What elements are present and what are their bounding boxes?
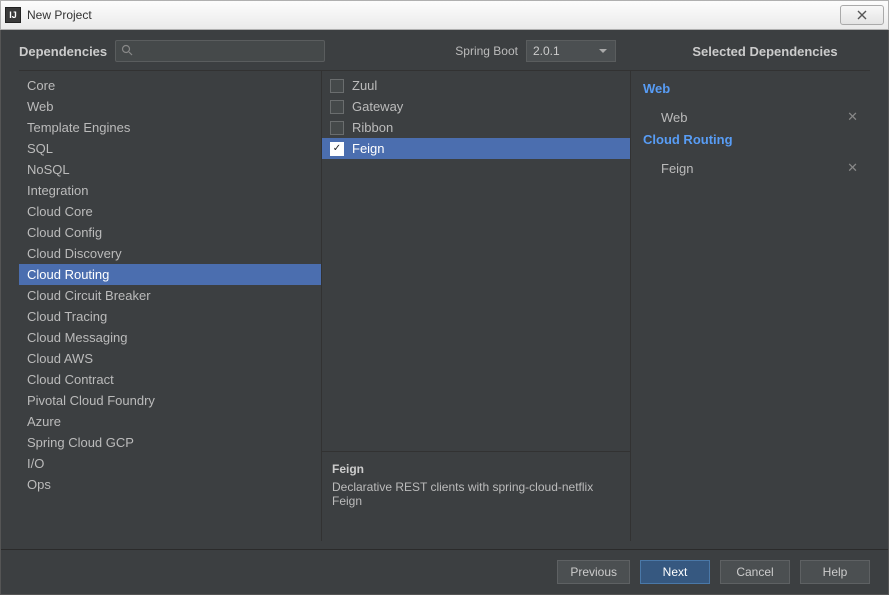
help-button[interactable]: Help: [800, 560, 870, 584]
checkbox[interactable]: ✓: [330, 142, 344, 156]
category-item[interactable]: Core: [19, 75, 321, 96]
dialog-body: Dependencies Spring Boot 2.0.1 Selected …: [0, 30, 889, 595]
category-item[interactable]: Pivotal Cloud Foundry: [19, 390, 321, 411]
selected-item[interactable]: Feign ✕: [643, 157, 870, 179]
dependency-item[interactable]: Zuul: [322, 75, 630, 96]
category-item[interactable]: Azure: [19, 411, 321, 432]
selected-dependencies-header: Selected Dependencies: [660, 44, 870, 59]
app-icon: IJ: [5, 7, 21, 23]
topbar: Dependencies Spring Boot 2.0.1 Selected …: [1, 30, 888, 70]
dependencies-header: Dependencies: [19, 44, 107, 59]
selected-group-header: Web: [643, 77, 870, 100]
category-item[interactable]: Template Engines: [19, 117, 321, 138]
dependency-item[interactable]: ✓ Feign: [322, 138, 630, 159]
description-title: Feign: [332, 462, 620, 476]
category-item[interactable]: SQL: [19, 138, 321, 159]
previous-button[interactable]: Previous: [557, 560, 630, 584]
category-item[interactable]: Cloud Messaging: [19, 327, 321, 348]
category-item[interactable]: Integration: [19, 180, 321, 201]
category-item[interactable]: NoSQL: [19, 159, 321, 180]
window-close-button[interactable]: [840, 5, 884, 25]
dependency-list: Zuul Gateway Ribbon ✓ Feign: [322, 71, 630, 451]
category-item[interactable]: Cloud Config: [19, 222, 321, 243]
springboot-select[interactable]: 2.0.1: [526, 40, 616, 62]
category-item[interactable]: Ops: [19, 474, 321, 495]
dependency-pane: Zuul Gateway Ribbon ✓ Feign Feign Declarativ…: [321, 70, 631, 541]
checkbox[interactable]: [330, 79, 344, 93]
cancel-button[interactable]: Cancel: [720, 560, 790, 584]
search-wrap: [115, 40, 325, 62]
dependency-label: Gateway: [352, 99, 403, 114]
close-icon: [856, 10, 868, 20]
titlebar: IJ New Project: [0, 0, 889, 30]
remove-icon[interactable]: ✕: [841, 109, 864, 125]
next-button[interactable]: Next: [640, 560, 710, 584]
category-item[interactable]: Cloud Routing: [19, 264, 321, 285]
dependency-description: Feign Declarative REST clients with spri…: [322, 451, 630, 541]
category-item[interactable]: I/O: [19, 453, 321, 474]
search-input[interactable]: [115, 40, 325, 62]
description-body: Declarative REST clients with spring-clo…: [332, 480, 620, 508]
dependency-item[interactable]: Gateway: [322, 96, 630, 117]
checkbox[interactable]: [330, 100, 344, 114]
remove-icon[interactable]: ✕: [841, 160, 864, 176]
category-item[interactable]: Cloud Contract: [19, 369, 321, 390]
checkbox[interactable]: [330, 121, 344, 135]
selected-item-label: Feign: [661, 161, 694, 176]
dependency-label: Feign: [352, 141, 385, 156]
category-item[interactable]: Cloud AWS: [19, 348, 321, 369]
dependency-item[interactable]: Ribbon: [322, 117, 630, 138]
springboot-value: 2.0.1: [533, 44, 560, 58]
category-item[interactable]: Spring Cloud GCP: [19, 432, 321, 453]
selected-group-header: Cloud Routing: [643, 128, 870, 151]
category-list: CoreWebTemplate EnginesSQLNoSQLIntegrati…: [19, 70, 321, 541]
selected-item-label: Web: [661, 110, 688, 125]
dependency-label: Ribbon: [352, 120, 393, 135]
category-item[interactable]: Cloud Circuit Breaker: [19, 285, 321, 306]
selected-item[interactable]: Web ✕: [643, 106, 870, 128]
dependency-label: Zuul: [352, 78, 377, 93]
footer: Previous Next Cancel Help: [1, 549, 888, 594]
window-title: New Project: [27, 8, 92, 22]
springboot-label: Spring Boot: [455, 44, 518, 58]
category-item[interactable]: Cloud Discovery: [19, 243, 321, 264]
selected-pane: Web Web ✕ Cloud Routing Feign ✕: [631, 70, 870, 541]
category-item[interactable]: Cloud Tracing: [19, 306, 321, 327]
category-item[interactable]: Cloud Core: [19, 201, 321, 222]
category-item[interactable]: Web: [19, 96, 321, 117]
